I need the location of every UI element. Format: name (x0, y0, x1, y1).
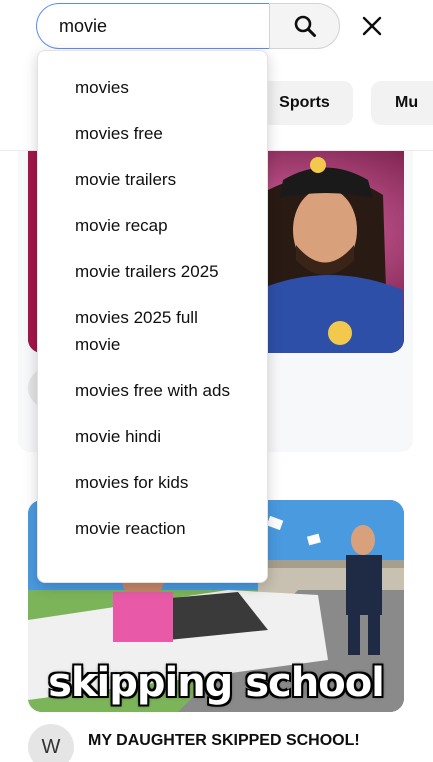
suggestion-item[interactable]: movies 2025 full movie (38, 297, 267, 365)
chip-music[interactable]: Mu (371, 81, 433, 125)
channel-avatar[interactable]: W (28, 724, 74, 762)
video-title[interactable]: MY DAUGHTER SKIPPED SCHOOL! (88, 732, 360, 750)
suggestion-item[interactable]: movie trailers 2025 (38, 251, 267, 292)
search-suggestions-dropdown: movies movies free movie trailers movie … (37, 50, 268, 583)
search-box[interactable] (36, 3, 269, 49)
close-icon (362, 16, 382, 36)
search-bar (0, 0, 433, 56)
page: Sports Mu AWL (0, 0, 433, 762)
suggestion-item[interactable]: movies free (38, 113, 267, 154)
suggestion-item[interactable]: movies for kids (38, 462, 267, 503)
suggestion-item[interactable]: movies (38, 67, 267, 108)
close-search-button[interactable] (356, 10, 388, 42)
suggestion-item[interactable]: movie hindi (38, 416, 267, 457)
suggestion-item[interactable]: movie trailers (38, 159, 267, 200)
search-button[interactable] (269, 3, 340, 49)
suggestion-item[interactable]: movie recap (38, 205, 267, 246)
suggestion-item[interactable]: movies free with ads (38, 370, 267, 411)
search-icon (294, 15, 316, 37)
suggestion-item[interactable]: movie reaction (38, 508, 267, 549)
chip-sports[interactable]: Sports (256, 81, 353, 125)
search-input[interactable] (57, 14, 269, 38)
thumbnail-caption: skipping school (48, 660, 385, 706)
